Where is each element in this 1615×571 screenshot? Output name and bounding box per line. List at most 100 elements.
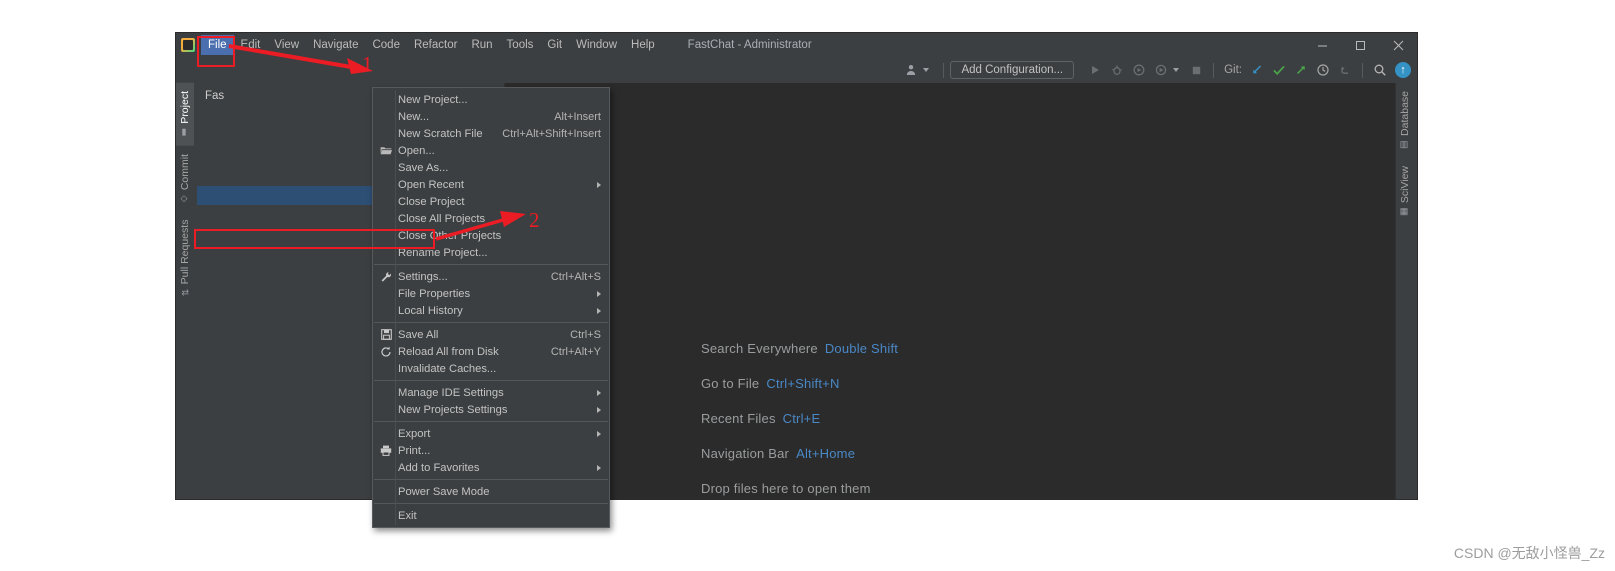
menu-git[interactable]: Git xyxy=(540,35,569,55)
run-coverage-icon[interactable] xyxy=(1128,59,1150,81)
sidebar-item-database-label: Database xyxy=(1399,91,1411,136)
menu-item-print[interactable]: Print... xyxy=(373,442,609,459)
menu-item-label: Settings... xyxy=(398,270,448,283)
rollback-icon[interactable] xyxy=(1334,59,1356,81)
profile-icon[interactable] xyxy=(1150,59,1172,81)
menu-item-new-project[interactable]: New Project... xyxy=(373,91,609,108)
history-icon[interactable] xyxy=(1312,59,1334,81)
git-push-icon[interactable] xyxy=(1290,59,1312,81)
wrench-icon xyxy=(379,271,393,283)
menu-item-open-recent[interactable]: Open Recent xyxy=(373,176,609,193)
stop-icon[interactable] xyxy=(1185,59,1207,81)
sidebar-item-database[interactable]: ▥ Database xyxy=(1396,83,1414,158)
watermark: CSDN @无敌小怪兽_Zz xyxy=(1453,545,1605,561)
sidebar-item-project[interactable]: ▮ Project xyxy=(176,83,194,146)
submenu-arrow-icon xyxy=(597,464,601,471)
search-icon[interactable] xyxy=(1369,59,1391,81)
menu-window[interactable]: Window xyxy=(569,35,624,55)
menu-navigate[interactable]: Navigate xyxy=(306,35,365,55)
menu-edit[interactable]: Edit xyxy=(234,35,268,55)
menu-item-label: New Scratch File xyxy=(398,127,483,140)
git-commit-icon[interactable] xyxy=(1268,59,1290,81)
hint-drop-files: Drop files here to open them xyxy=(701,481,898,496)
menu-item-export[interactable]: Export xyxy=(373,425,609,442)
save-icon xyxy=(379,329,393,340)
menu-tools[interactable]: Tools xyxy=(500,35,541,55)
editor-hints: Search Everywhere Double Shift Go to File… xyxy=(701,341,898,496)
menu-item-open[interactable]: Open... xyxy=(373,142,609,159)
sidebar-item-commit[interactable]: ◇ Commit xyxy=(176,146,194,212)
maximize-button[interactable] xyxy=(1341,33,1379,57)
menu-file[interactable]: File xyxy=(201,35,234,55)
menu-item-file-properties[interactable]: File Properties xyxy=(373,285,609,302)
menu-item-save-as[interactable]: Save As... xyxy=(373,159,609,176)
menu-run[interactable]: Run xyxy=(464,35,499,55)
menu-item-label: Rename Project... xyxy=(398,246,488,259)
menu-item-label: Export xyxy=(398,427,431,440)
add-configuration-button[interactable]: Add Configuration... xyxy=(950,61,1075,79)
pycharm-window: File Edit View Navigate Code Refactor Ru… xyxy=(176,33,1417,528)
menu-item-add-to-favorites[interactable]: Add to Favorites xyxy=(373,459,609,476)
hint-shortcut: Double Shift xyxy=(824,341,899,356)
project-folder-icon: ▮ xyxy=(180,127,190,138)
sidebar-item-pull-requests-label: Pull Requests xyxy=(179,219,191,285)
hint-shortcut: Ctrl+E xyxy=(782,411,821,426)
menu-item-new-projects-settings[interactable]: New Projects Settings xyxy=(373,401,609,418)
menu-item-close-all-projects[interactable]: Close All Projects xyxy=(373,210,609,227)
project-panel-title: Fas xyxy=(205,89,225,102)
menu-item-local-history[interactable]: Local History xyxy=(373,302,609,319)
menu-item-save-all[interactable]: Save All Ctrl+S xyxy=(373,326,609,343)
hint-label: Recent Files xyxy=(701,411,776,426)
menu-item-power-save-mode[interactable]: Power Save Mode xyxy=(373,483,609,500)
menu-item-label: Close All Projects xyxy=(398,212,486,225)
sidebar-item-project-label: Project xyxy=(179,91,191,124)
menu-item-rename-project[interactable]: Rename Project... xyxy=(373,244,609,261)
menu-item-label: Print... xyxy=(398,444,431,457)
chevron-down-icon[interactable] xyxy=(923,68,930,72)
hint-go-to-file: Go to File Ctrl+Shift+N xyxy=(701,376,898,391)
menu-item-shortcut: Ctrl+S xyxy=(570,328,601,341)
hint-shortcut: Ctrl+Shift+N xyxy=(766,376,840,391)
run-icon[interactable] xyxy=(1084,59,1106,81)
menu-item-label: Close Project xyxy=(398,195,465,208)
menu-item-label: New... xyxy=(398,110,430,123)
menu-item-label: File Properties xyxy=(398,287,471,300)
annotation-step-1: 1 xyxy=(362,52,373,76)
close-button[interactable] xyxy=(1379,33,1417,57)
menu-item-label: Add to Favorites xyxy=(398,461,480,474)
menu-help[interactable]: Help xyxy=(624,35,662,55)
reload-icon xyxy=(379,346,393,358)
debug-icon[interactable] xyxy=(1106,59,1128,81)
menu-item-shortcut: Ctrl+Alt+S xyxy=(550,270,601,283)
toolbar-divider-2 xyxy=(1213,62,1215,78)
run-options-chevron-down-icon[interactable] xyxy=(1173,68,1180,72)
menu-item-exit[interactable]: Exit xyxy=(373,507,609,524)
menu-item-label: Manage IDE Settings xyxy=(398,386,504,399)
sidebar-item-sciview[interactable]: ▦ SciView xyxy=(1396,158,1414,225)
submenu-arrow-icon xyxy=(597,430,601,437)
menu-item-label: Open Recent xyxy=(398,178,464,191)
sidebar-item-commit-label: Commit xyxy=(179,153,191,190)
hint-shortcut: Alt+Home xyxy=(796,446,856,461)
hint-label: Go to File xyxy=(701,376,760,391)
menu-item-invalidate-caches[interactable]: Invalidate Caches... xyxy=(373,360,609,377)
minimize-button[interactable] xyxy=(1303,33,1341,57)
menu-item-new[interactable]: New... Alt+Insert xyxy=(373,108,609,125)
menu-refactor[interactable]: Refactor xyxy=(407,35,464,55)
git-update-icon[interactable] xyxy=(1246,59,1268,81)
ide-update-badge[interactable]: ↑ xyxy=(1395,62,1411,78)
user-avatar-icon[interactable] xyxy=(901,59,923,81)
folder-open-icon xyxy=(379,145,393,156)
hint-navigation-bar: Navigation Bar Alt+Home xyxy=(701,446,898,461)
sidebar-item-pull-requests[interactable]: ⇅ Pull Requests xyxy=(176,212,194,304)
menu-item-label: New Project... xyxy=(398,93,468,106)
editor-empty-area: Search Everywhere Double Shift Go to File… xyxy=(505,83,1395,499)
menu-item-settings[interactable]: Settings... Ctrl+Alt+S xyxy=(373,268,609,285)
menu-item-close-project[interactable]: Close Project xyxy=(373,193,609,210)
menu-item-new-scratch-file[interactable]: New Scratch File Ctrl+Alt+Shift+Insert xyxy=(373,125,609,142)
menu-item-manage-ide-settings[interactable]: Manage IDE Settings xyxy=(373,384,609,401)
menu-item-reload-all-from-disk[interactable]: Reload All from Disk Ctrl+Alt+Y xyxy=(373,343,609,360)
menu-view[interactable]: View xyxy=(267,35,306,55)
menu-item-label: Power Save Mode xyxy=(398,485,490,498)
menu-item-close-other-projects[interactable]: Close Other Projects xyxy=(373,227,609,244)
